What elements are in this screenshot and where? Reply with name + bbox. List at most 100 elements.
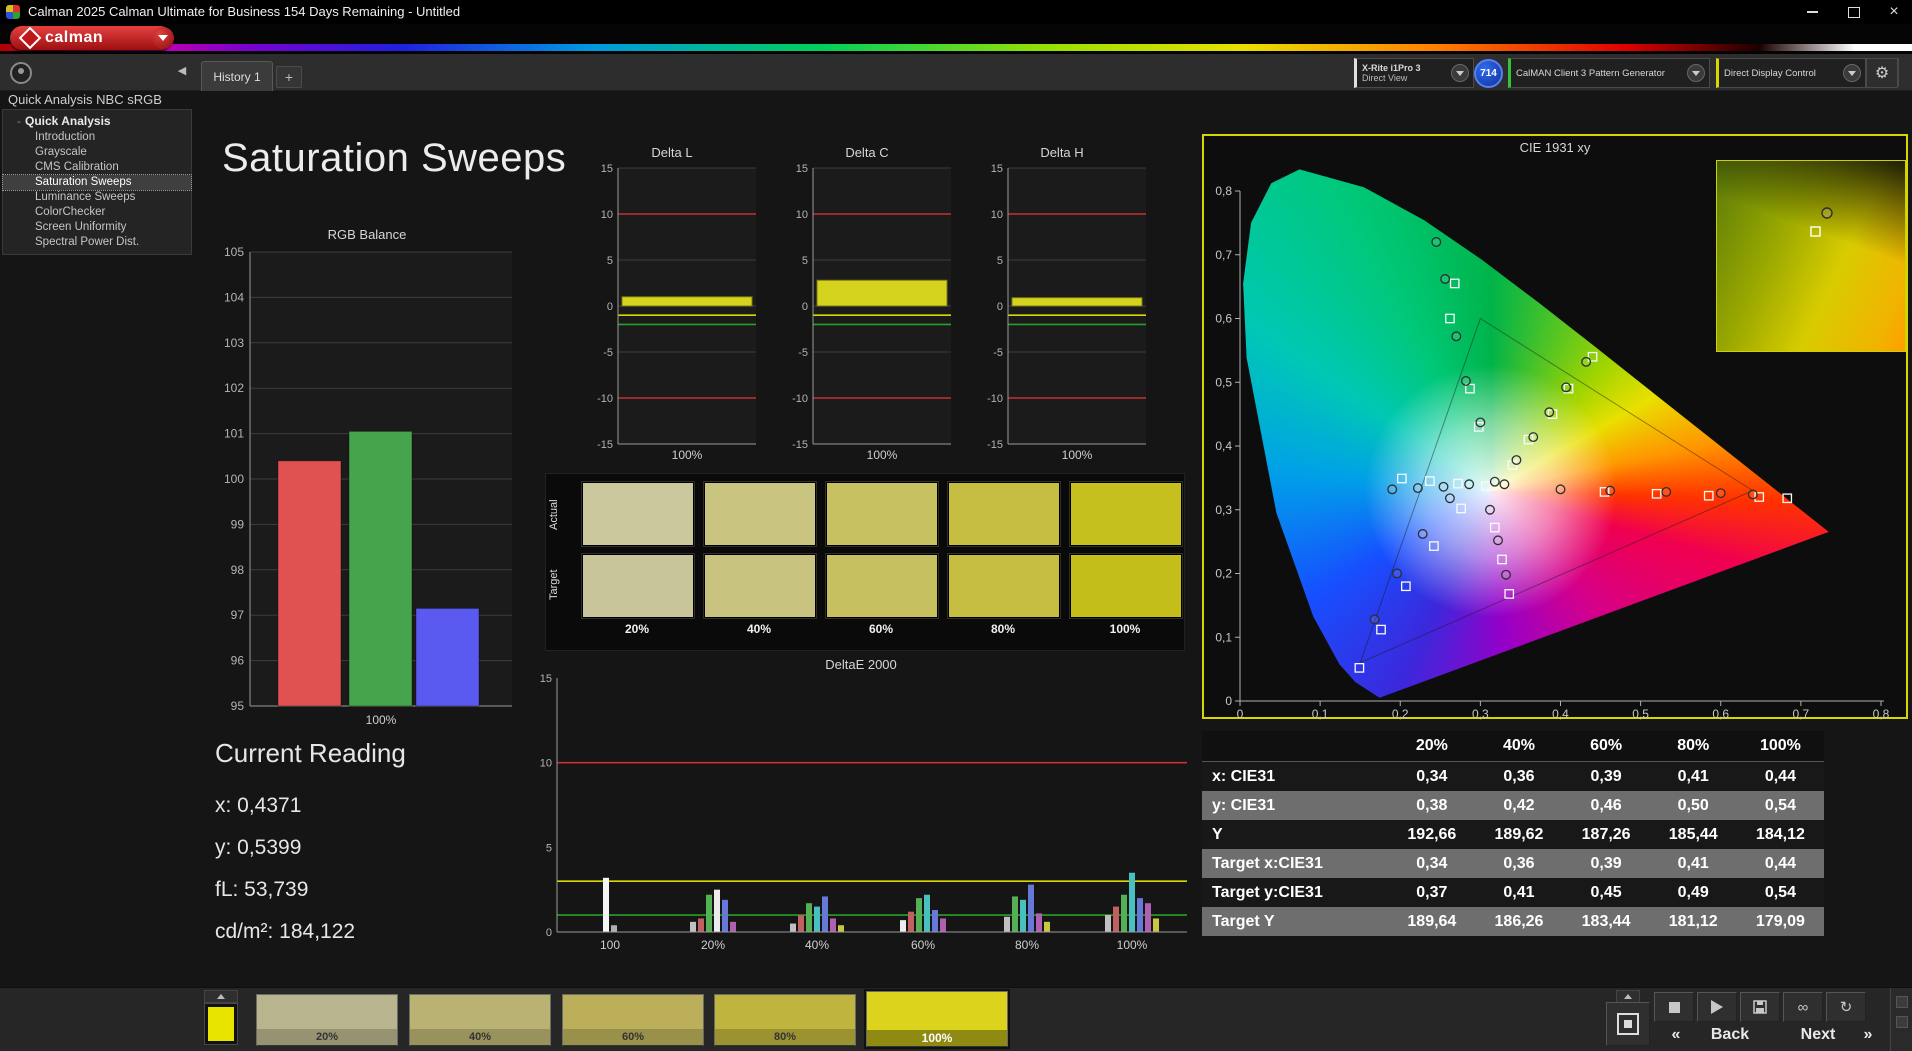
row-label: Target y:CIE31 [1202,878,1389,907]
svg-text:96: 96 [231,654,245,668]
svg-text:102: 102 [224,381,244,395]
meter-count-badge: 714 [1474,59,1503,88]
measured-point-marker [1821,207,1833,219]
swatch-row-label-actual: Actual [548,499,560,531]
sidebar-item-saturation-sweeps[interactable]: Saturation Sweeps [2,174,192,191]
sidebar-collapse-button[interactable]: ◀ [172,60,192,80]
table-cell: 0,54 [1736,878,1824,907]
table-cell: 0,41 [1649,849,1737,878]
svg-text:100: 100 [600,938,620,952]
patch-button-100%[interactable]: 100% [866,991,1008,1047]
patch-label: 60% [563,1029,703,1045]
table-cell: 0,34 [1388,761,1476,791]
nav-last-button[interactable]: » [1856,1022,1880,1048]
table-cell: 0,49 [1649,878,1737,907]
svg-text:0,5: 0,5 [1632,707,1649,721]
svg-text:5: 5 [607,255,613,267]
svg-text:-10: -10 [987,393,1003,405]
minimize-button[interactable] [1792,0,1832,24]
swatch-target-60% [826,554,938,618]
svg-text:103: 103 [224,336,244,350]
patch-button-40%[interactable]: 40% [409,994,551,1046]
table-header-cell: 80% [1649,731,1737,762]
workflow-options-button[interactable] [10,62,32,84]
svg-text:80%: 80% [1015,938,1039,952]
sidebar-root[interactable]: - Quick Analysis [3,113,191,130]
sidebar-item-luminance-sweeps[interactable]: Luminance Sweeps [3,190,191,205]
refresh-button[interactable]: ↻ [1826,992,1866,1022]
patch-button-60%[interactable]: 60% [562,994,704,1046]
swatch-target-80% [948,554,1060,618]
next-button[interactable]: Next [1786,1022,1850,1048]
pattern-generator-label: CalMAN Client 3 Pattern Generator [1516,67,1665,79]
svg-text:101: 101 [224,427,244,441]
row-label: x: CIE31 [1202,761,1389,791]
table-cell: 0,44 [1736,849,1824,878]
results-table-grid: 20% 40% 60% 80% 100% x: CIE31 0,34 0,36 0,39 0,41… [1202,731,1824,936]
patch-label: 100% [867,1030,1007,1046]
sidebar-item-introduction[interactable]: Introduction [3,130,191,145]
current-patch-chip[interactable] [204,1003,238,1045]
maximize-button[interactable] [1834,0,1874,24]
swatch-column-label: 100% [1109,622,1141,636]
delta-l-chart: Delta L -15 -10 -5 0 5 10 15 100% [584,144,760,466]
patch-list-expand-button[interactable] [204,990,238,1003]
swatch-target-100% [1070,554,1182,618]
svg-text:10: 10 [540,758,552,770]
edge-button[interactable] [1896,996,1908,1008]
svg-text:0,7: 0,7 [1793,707,1810,721]
meter-name: X-Rite i1Pro 3 [1362,63,1421,73]
sidebar-item-spectral-power-dist[interactable]: Spectral Power Dist. [3,235,191,250]
svg-text:0,2: 0,2 [1215,567,1232,581]
svg-text:97: 97 [231,608,245,622]
panel-edge-button[interactable] [1898,58,1912,86]
swatch-row-label-target: Target [548,569,560,601]
row-label: Target Y [1202,907,1389,936]
meter-selector[interactable]: X-Rite i1Pro 3 Direct View [1354,58,1474,88]
svg-text:-5: -5 [993,347,1003,359]
logo-dropdown-button[interactable] [152,27,174,49]
chart-title: Delta C [845,145,889,160]
pattern-generator-selector[interactable]: CalMAN Client 3 Pattern Generator [1508,58,1710,88]
calman-logo-button[interactable]: calman [10,26,172,50]
sidebar-item-colorchecker[interactable]: ColorChecker [3,205,191,220]
reading-fl: fL: 53,739 [215,878,309,901]
pattern-window-button[interactable] [1606,1002,1650,1046]
table-cell: 187,26 [1562,820,1650,849]
edge-button[interactable] [1896,1016,1908,1028]
table-cell: 185,44 [1649,820,1737,849]
svg-text:-15: -15 [597,439,613,451]
link-button[interactable]: ∞ [1783,992,1823,1022]
play-button[interactable] [1697,992,1737,1022]
stop-button[interactable] [1654,992,1694,1022]
table-header-cell: 40% [1475,731,1563,762]
table-header-cell [1202,731,1389,762]
svg-text:-10: -10 [792,393,808,405]
save-icon [1753,1000,1767,1014]
table-cell: 0,39 [1562,761,1650,791]
svg-text:0: 0 [802,301,808,313]
add-tab-button[interactable]: + [276,66,302,88]
sidebar-item-screen-uniformity[interactable]: Screen Uniformity [3,220,191,235]
patch-button-80%[interactable]: 80% [714,994,856,1046]
close-button[interactable]: × [1874,0,1912,24]
svg-text:-15: -15 [987,439,1003,451]
svg-text:0,3: 0,3 [1215,503,1232,517]
tab-history-1[interactable]: History 1 [201,61,273,91]
tree-expander-icon[interactable]: - [17,114,21,128]
nav-first-button[interactable]: « [1664,1022,1688,1048]
display-control-selector[interactable]: Direct Display Control [1716,58,1866,88]
settings-button[interactable]: ⚙ [1866,58,1898,88]
sidebar-item-grayscale[interactable]: Grayscale [3,145,191,160]
svg-text:100%: 100% [366,713,397,727]
back-button[interactable]: Back [1694,1022,1766,1048]
rainbow-gradient [0,44,1912,51]
save-button[interactable] [1740,992,1780,1022]
swatch-actual-40% [704,482,816,546]
page-title: Saturation Sweeps [222,136,567,180]
sidebar-item-cms-calibration[interactable]: CMS Calibration [3,160,191,175]
rgb-balance-chart: RGB Balance 95 96 97 98 99 100 101 102 103 104 105… [214,226,520,734]
svg-text:105: 105 [224,245,244,259]
patch-button-20%[interactable]: 20% [256,994,398,1046]
title-bar: Calman 2025 Calman Ultimate for Business… [0,0,1912,24]
